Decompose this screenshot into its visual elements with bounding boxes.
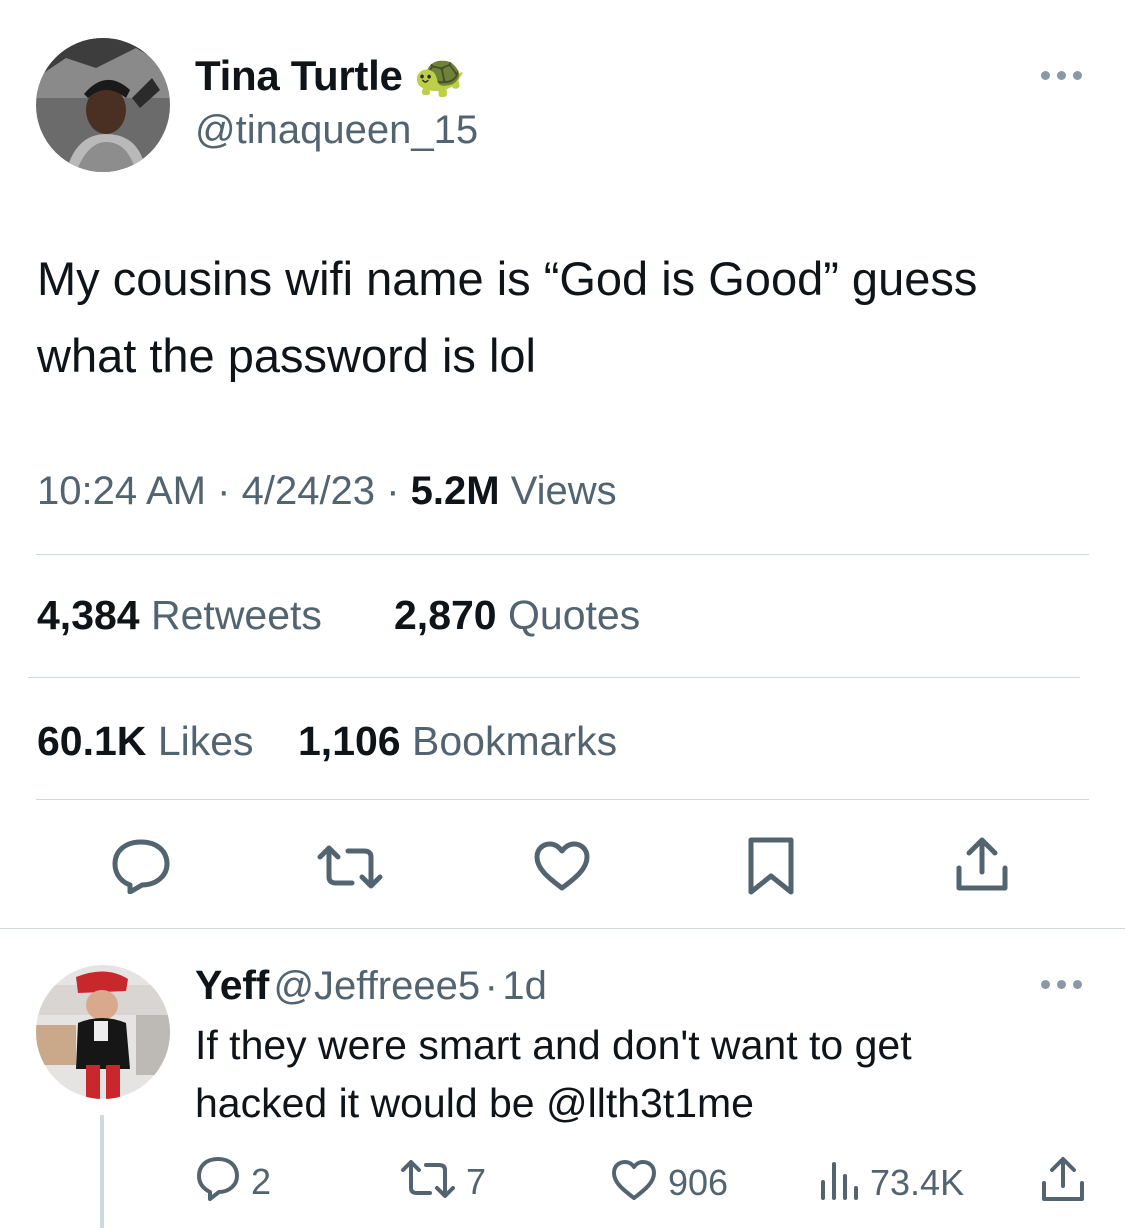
divider	[36, 554, 1089, 555]
reply-header: Yeff @Jeffreee5 · 1d	[195, 962, 547, 1009]
share-icon[interactable]	[954, 836, 1010, 894]
reply-author-handle[interactable]: @Jeffreee5	[273, 964, 480, 1008]
bookmarks-stat[interactable]: 1,106 Bookmarks	[298, 718, 617, 765]
views-count: 5.2M	[410, 469, 500, 513]
reply-retweet-action[interactable]: 7	[400, 1158, 486, 1205]
more-icon[interactable]	[1041, 980, 1082, 989]
author-name-text[interactable]: Tina Turtle	[195, 52, 403, 99]
reply-text: If they were smart and don't want to get…	[195, 1016, 1075, 1132]
reply-icon[interactable]	[110, 838, 172, 894]
reply-share-action[interactable]	[1040, 1156, 1086, 1209]
reply-reply-action[interactable]: 2	[195, 1156, 271, 1207]
thread-line	[100, 1115, 104, 1228]
views-icon	[818, 1158, 860, 1207]
retweet-icon	[400, 1158, 456, 1205]
bookmarks-count: 1,106	[298, 718, 401, 764]
quotes-label: Quotes	[508, 592, 641, 638]
tweet-meta: 10:24 AM · 4/24/23 · 5.2M Views	[37, 469, 617, 514]
reply-retweets-count: 7	[466, 1160, 487, 1202]
author-handle[interactable]: @tinaqueen_15	[195, 108, 478, 153]
retweets-stat[interactable]: 4,384 Retweets	[37, 592, 322, 639]
bookmarks-label: Bookmarks	[412, 718, 618, 764]
reply-separator: ·	[484, 964, 498, 1008]
tweet-text-line: what the password is lol	[37, 329, 536, 382]
quotes-count: 2,870	[394, 592, 497, 638]
reply-like-action[interactable]: 906	[610, 1158, 728, 1207]
bookmark-icon[interactable]	[747, 836, 795, 896]
tweet-text-line: My cousins wifi name is “God is Good” gu…	[37, 252, 978, 305]
retweets-count: 4,384	[37, 592, 140, 638]
reply-age[interactable]: 1d	[502, 964, 547, 1008]
reply-views-count: 73.4K	[870, 1161, 965, 1203]
retweet-icon[interactable]	[316, 843, 384, 891]
like-icon[interactable]	[533, 840, 591, 892]
tweet-date[interactable]: 4/24/23	[242, 469, 375, 513]
reply-author-avatar[interactable]	[36, 965, 170, 1099]
meta-separator: ·	[217, 469, 231, 513]
reply-icon	[195, 1156, 241, 1207]
share-icon	[1040, 1156, 1086, 1209]
turtle-emoji-icon: 🐢	[413, 52, 466, 99]
more-icon[interactable]	[1041, 71, 1082, 80]
likes-stat[interactable]: 60.1K Likes	[37, 718, 254, 765]
author-name[interactable]: Tina Turtle 🐢	[195, 52, 466, 101]
tweet-text: My cousins wifi name is “God is Good” gu…	[37, 240, 1097, 394]
tweet-time[interactable]: 10:24 AM	[37, 469, 206, 513]
retweets-label: Retweets	[151, 592, 322, 638]
quotes-stat[interactable]: 2,870 Quotes	[394, 592, 640, 639]
reply-author-name[interactable]: Yeff	[195, 962, 269, 1008]
reply-text-line: If they were smart and don't want to get	[195, 1022, 912, 1068]
views-label: Views	[510, 469, 617, 513]
reply-text-line: hacked it would be @llth3t1me	[195, 1080, 754, 1126]
reply-replies-count: 2	[251, 1160, 272, 1202]
likes-label: Likes	[157, 718, 254, 764]
meta-separator: ·	[386, 469, 400, 513]
likes-count: 60.1K	[37, 718, 147, 764]
reply-likes-count: 906	[668, 1161, 729, 1203]
divider	[0, 928, 1125, 929]
reply-views-action[interactable]: 73.4K	[818, 1158, 964, 1207]
divider	[28, 677, 1080, 678]
like-icon	[610, 1158, 658, 1207]
divider	[36, 799, 1089, 800]
author-avatar[interactable]	[36, 38, 170, 172]
